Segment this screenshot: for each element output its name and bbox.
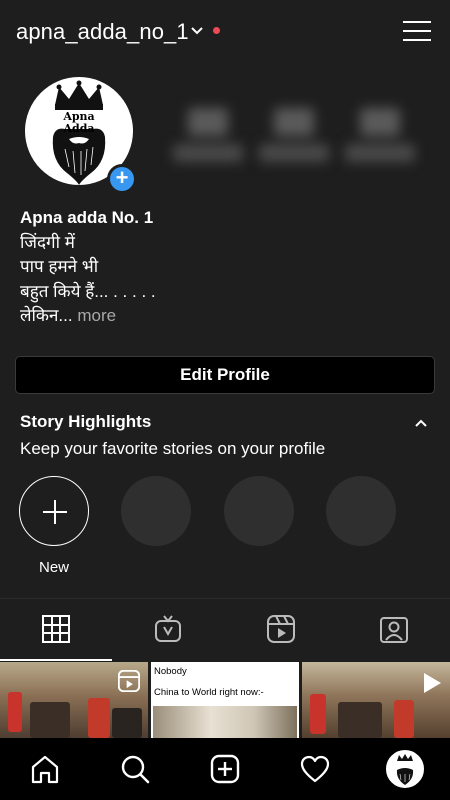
post-grid: Nobody China to World right now:- — [0, 662, 450, 738]
nav-profile-avatar[interactable] — [386, 750, 424, 788]
top-bar: apna_adda_no_1 — [0, 0, 450, 64]
tab-reels[interactable] — [225, 599, 337, 661]
play-icon — [424, 673, 441, 693]
nav-new-post[interactable] — [180, 738, 270, 800]
post-thumbnail[interactable]: Nobody China to World right now:- — [151, 662, 299, 738]
post-meme-caption: China to World right now:- — [154, 687, 264, 698]
nav-search[interactable] — [90, 738, 180, 800]
edit-profile-button[interactable]: Edit Profile — [15, 356, 435, 394]
story-highlights-title[interactable]: Story Highlights — [20, 412, 151, 432]
chevron-down-icon[interactable] — [190, 24, 204, 38]
followers-count-blurred[interactable] — [254, 100, 334, 170]
new-highlight-label: New — [38, 559, 69, 576]
reels-icon — [267, 615, 295, 643]
nav-home[interactable] — [0, 738, 90, 800]
bio-line: जिंदगी में — [20, 232, 75, 252]
new-highlight-button[interactable] — [19, 476, 89, 546]
igtv-icon — [155, 615, 181, 642]
notification-dot — [213, 27, 220, 34]
highlight-placeholder — [121, 476, 191, 546]
chevron-up-icon[interactable] — [413, 415, 429, 431]
hamburger-menu-icon[interactable] — [403, 19, 431, 43]
bottom-navigation — [0, 738, 450, 800]
grid-icon — [42, 615, 70, 643]
highlight-placeholder — [224, 476, 294, 546]
post-thumbnail[interactable] — [302, 662, 450, 738]
profile-bio: Apna adda No. 1 जिंदगी में पाप हमने भी ब… — [20, 206, 430, 329]
story-highlights-subtitle: Keep your favorite stories on your profi… — [20, 439, 326, 458]
apna-adda-logo-icon — [396, 754, 414, 785]
tab-igtv[interactable] — [112, 599, 224, 661]
bio-more-link[interactable]: more — [77, 306, 116, 325]
search-icon — [121, 755, 150, 784]
profile-tabs — [0, 598, 450, 662]
tagged-icon — [380, 617, 408, 643]
post-meme-image — [153, 706, 297, 738]
profile-stats-blurred — [168, 100, 432, 170]
following-count-blurred[interactable] — [340, 100, 420, 170]
bio-line: बहुत किये हैं... . . . . . — [20, 281, 156, 301]
avatar-logo-text: Apna Adda — [63, 110, 95, 135]
username-title[interactable]: apna_adda_no_1 — [16, 19, 189, 45]
post-meme-caption: Nobody — [154, 666, 187, 677]
post-thumbnail[interactable] — [0, 662, 148, 738]
home-icon — [31, 755, 59, 784]
profile-display-name: Apna adda No. 1 — [20, 208, 154, 227]
tab-grid[interactable] — [0, 599, 112, 661]
posts-count-blurred[interactable] — [168, 100, 248, 170]
new-post-icon — [210, 754, 240, 784]
bio-line: पाप हमने भी — [20, 257, 99, 276]
add-story-button[interactable]: + — [107, 164, 137, 194]
reel-icon — [118, 670, 140, 692]
nav-activity[interactable] — [270, 738, 360, 800]
tab-tagged[interactable] — [338, 599, 450, 661]
activity-heart-icon — [300, 755, 330, 783]
plus-icon — [43, 500, 67, 524]
bio-line: लेकिन... — [20, 306, 73, 325]
highlight-placeholder — [326, 476, 396, 546]
plus-icon: + — [110, 167, 134, 191]
